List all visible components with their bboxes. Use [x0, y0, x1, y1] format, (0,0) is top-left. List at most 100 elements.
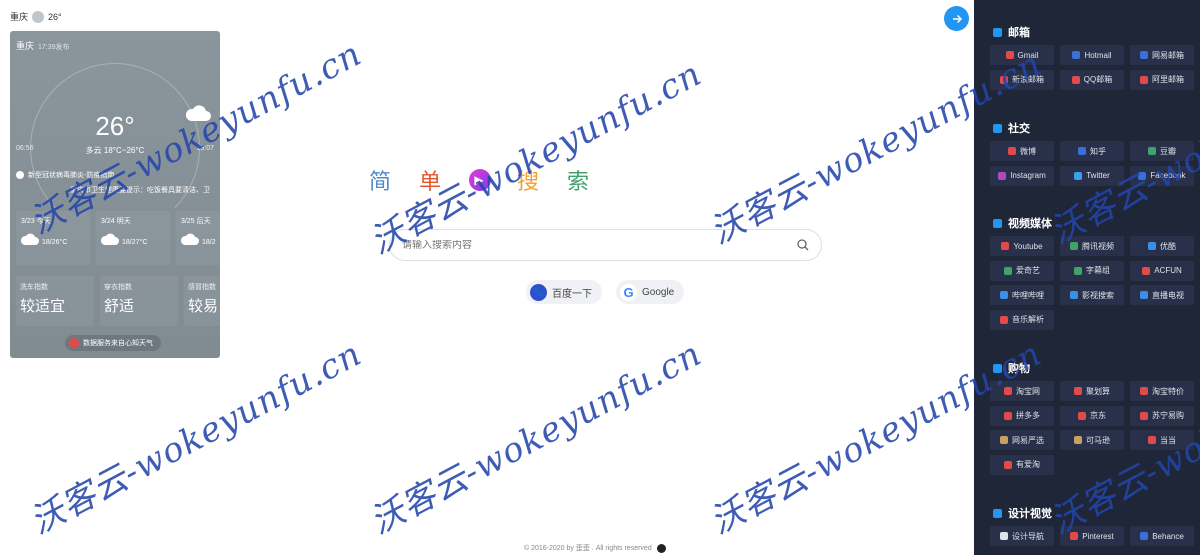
site-logo-icon: [998, 171, 1007, 180]
site-logo-icon: [1004, 411, 1012, 420]
sidebar-link-label: 知乎: [1090, 146, 1106, 156]
sidebar-link[interactable]: 直播电视: [1130, 285, 1194, 305]
section-title-video: 视频媒体: [993, 215, 1052, 231]
sidebar-link[interactable]: Facebook: [1130, 165, 1194, 186]
sidebar-link[interactable]: 音乐解析: [990, 309, 1054, 330]
sidebar-link-label: 哔哩哔哩: [1012, 290, 1044, 300]
sidebar-link[interactable]: 网易邮箱: [1130, 45, 1194, 65]
section-title-label: 视频媒体: [1008, 218, 1052, 230]
search-engines: 🐾 百度一下 G Google: [526, 280, 685, 304]
sidebar-link-label: 豆瓣: [1160, 146, 1176, 156]
site-logo-icon: [1140, 532, 1149, 540]
forecast-temp: 18/2: [202, 239, 216, 246]
sidebar-link[interactable]: 拼多多: [990, 405, 1054, 426]
weather-mini[interactable]: 重庆 26°: [10, 10, 62, 23]
sidebar-link-label: Pinterest: [1082, 531, 1114, 541]
sidebar-link-label: 京东: [1090, 411, 1106, 420]
sidebar-link[interactable]: 淘宝特价: [1130, 381, 1194, 401]
sidebar-link[interactable]: 知乎: [1060, 141, 1124, 161]
sidebar-link[interactable]: 淘宝网: [990, 381, 1054, 401]
site-logo-icon: [1000, 315, 1008, 324]
site-logo-icon: [1074, 387, 1082, 395]
toggle-sidebar-button[interactable]: [944, 6, 969, 31]
baidu-search-button[interactable]: 🐾 百度一下: [526, 280, 602, 304]
sidebar-link[interactable]: Youtube: [990, 236, 1054, 256]
search-icon[interactable]: [797, 239, 809, 251]
sidebar-link[interactable]: 豆瓣: [1130, 141, 1194, 161]
weather-source-text: 数据服务来自心知天气: [83, 340, 153, 347]
sidebar-link-label: 网易邮箱: [1152, 50, 1184, 60]
sidebar-link[interactable]: 阿里邮箱: [1130, 69, 1194, 90]
weather-description: 多云 18°C~26°C: [85, 146, 145, 155]
site-logo-icon: [1138, 171, 1147, 180]
site-logo-icon: [1140, 51, 1148, 59]
index-item: 洗车指数 较适宜: [16, 276, 94, 326]
sidebar-link[interactable]: Pinterest: [1060, 526, 1124, 546]
weather-mini-icon: [32, 10, 45, 23]
sidebar-link[interactable]: Gmail: [990, 45, 1054, 65]
site-logo-icon: [1140, 75, 1148, 84]
google-search-button[interactable]: G Google: [616, 280, 685, 304]
section-title-label: 邮箱: [1008, 27, 1030, 39]
sidebar-link[interactable]: 网易严选: [990, 430, 1054, 450]
sidebar-link[interactable]: 聚划算: [1060, 381, 1124, 401]
github-icon[interactable]: [656, 543, 666, 553]
sidebar-link[interactable]: 苏宁易购: [1130, 405, 1194, 426]
sidebar-link[interactable]: 微博: [990, 141, 1054, 161]
forecast-list: 3/23 今天 18/26°C 3/24 明天 18/27°C 3/25 后天 …: [16, 211, 220, 265]
video-icon: [993, 218, 1002, 228]
brand-char: 索: [567, 169, 592, 194]
index-label: 洗车指数: [20, 284, 48, 291]
sidebar-link-label: 爱奇艺: [1016, 266, 1040, 275]
sidebar-link-label: Gmail: [1017, 50, 1039, 60]
site-logo-icon: [1148, 436, 1156, 444]
sidebar-link[interactable]: Twitter: [1060, 165, 1124, 186]
sidebar-link[interactable]: 哔哩哔哩: [990, 285, 1054, 305]
sidebar-link-label: Behance: [1152, 531, 1184, 541]
forecast-day: 3/25 后天 18/2: [176, 211, 220, 265]
section-title-chat: 社交: [993, 120, 1030, 136]
sidebar-link[interactable]: Hotmail: [1060, 45, 1124, 65]
sidebar-link[interactable]: 新浪邮箱: [990, 69, 1054, 90]
seniverse-logo-icon: [69, 338, 79, 348]
sidebar-link[interactable]: Instagram: [990, 165, 1054, 186]
sidebar-link-label: 微博: [1020, 146, 1036, 156]
brand-char: 简: [368, 169, 393, 194]
site-logo-icon: [1004, 387, 1012, 395]
sidebar-link[interactable]: ACFUN: [1130, 260, 1194, 281]
sidebar-link[interactable]: QQ邮箱: [1060, 69, 1124, 90]
sidebar-link-label: 阿里邮箱: [1152, 75, 1184, 84]
sidebar-link[interactable]: 京东: [1060, 405, 1124, 426]
forecast-day-label: 3/25 后天: [181, 218, 211, 225]
sidebar-link[interactable]: 可马逊: [1060, 430, 1124, 450]
chat-icon: [993, 123, 1002, 133]
cloud-icon: [20, 233, 39, 245]
sidebar-link[interactable]: 字幕组: [1060, 260, 1124, 281]
sidebar-link-label: 苏宁易购: [1152, 411, 1184, 420]
sidebar-link[interactable]: 腾讯视频: [1060, 236, 1124, 256]
site-logo-icon: [1140, 387, 1148, 395]
sidebar-link[interactable]: 影视搜索: [1060, 285, 1124, 305]
arrow-right-icon: [952, 14, 962, 23]
forecast-day: 3/24 明天 18/27°C: [96, 211, 170, 265]
index-value: 较易: [188, 298, 219, 315]
weather-card-header: 重庆 17:39发布: [16, 39, 70, 52]
sidebar-link[interactable]: Behance: [1130, 526, 1194, 546]
search-input[interactable]: [402, 239, 797, 251]
sidebar-link[interactable]: 当当: [1130, 430, 1194, 450]
site-logo-icon: [1148, 147, 1156, 155]
site-logo-icon: [1071, 75, 1080, 84]
sidebar-link[interactable]: 设计导航: [990, 526, 1054, 546]
site-logo-icon: [1004, 266, 1012, 275]
sidebar-link-label: 当当: [1160, 435, 1176, 445]
section-title-mail: 邮箱: [993, 24, 1030, 40]
sidebar-link-label: QQ邮箱: [1083, 75, 1113, 84]
index-label: 穿衣指数: [104, 284, 132, 291]
sidebar-link-label: 音乐解析: [1012, 315, 1044, 324]
weather-source-link[interactable]: 数据服务来自心知天气: [65, 335, 161, 351]
sidebar-link[interactable]: 有爱淘: [990, 454, 1054, 475]
site-logo-icon: [1140, 411, 1148, 420]
sidebar-link[interactable]: 爱奇艺: [990, 260, 1054, 281]
sidebar-link[interactable]: 优酷: [1130, 236, 1194, 256]
site-logo-icon: [1000, 291, 1008, 299]
